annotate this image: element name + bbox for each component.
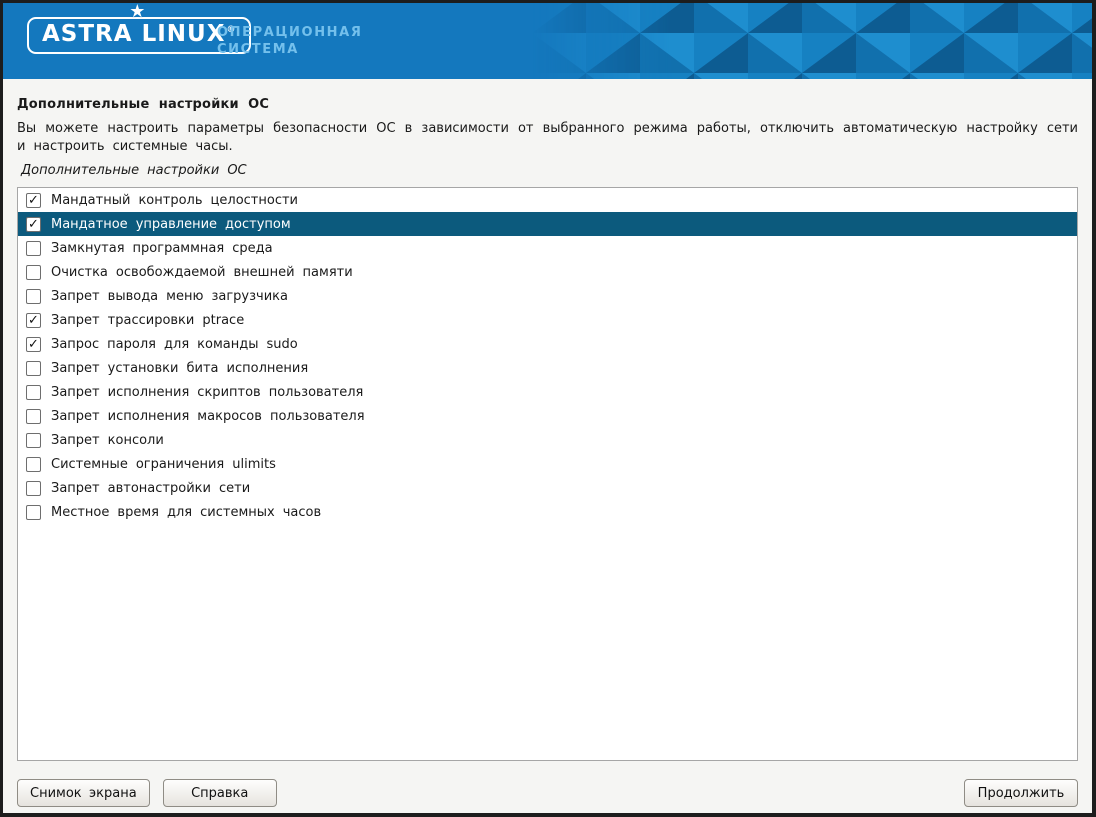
header-subtitle: ОПЕРАЦИОННАЯ СИСТЕМА xyxy=(217,24,362,58)
footer-spacer xyxy=(290,779,951,807)
checkbox-icon[interactable] xyxy=(26,361,41,376)
checkbox-icon[interactable] xyxy=(26,457,41,472)
checkbox-icon[interactable] xyxy=(26,265,41,280)
content-area: Дополнительные настройки ОС Вы можете на… xyxy=(3,97,1092,761)
checkbox-icon[interactable] xyxy=(26,385,41,400)
option-label: Запрет консоли xyxy=(51,433,164,448)
option-label: Запрет исполнения макросов пользователя xyxy=(51,409,365,424)
option-label: Очистка освобождаемой внешней памяти xyxy=(51,265,353,280)
checkbox-icon[interactable] xyxy=(26,289,41,304)
option-row[interactable]: Запрет вывода меню загрузчика xyxy=(18,284,1077,308)
option-row[interactable]: Запрет установки бита исполнения xyxy=(18,356,1077,380)
checkbox-icon[interactable]: ✓ xyxy=(26,217,41,232)
header-banner: ★ ASTRA LINUX® ОПЕРАЦИОННАЯ СИСТЕМА xyxy=(3,3,1092,79)
logo-text: ASTRA LINUX xyxy=(42,21,225,47)
option-row[interactable]: ✓ Запрет трассировки ptrace xyxy=(18,308,1077,332)
option-row[interactable]: Очистка освобождаемой внешней памяти xyxy=(18,260,1077,284)
option-label: Мандатный контроль целостности xyxy=(51,193,298,208)
checkbox-icon[interactable] xyxy=(26,481,41,496)
option-label: Мандатное управление доступом xyxy=(51,217,291,232)
checkbox-icon[interactable] xyxy=(26,409,41,424)
option-row[interactable]: Замкнутая программная среда xyxy=(18,236,1077,260)
option-row[interactable]: Запрет исполнения скриптов пользователя xyxy=(18,380,1077,404)
page-title: Дополнительные настройки ОС xyxy=(17,97,1078,112)
option-row[interactable]: Системные ограничения ulimits xyxy=(18,452,1077,476)
option-row[interactable]: Запрет консоли xyxy=(18,428,1077,452)
option-label: Местное время для системных часов xyxy=(51,505,321,520)
page-description: Вы можете настроить параметры безопаснос… xyxy=(17,120,1078,156)
option-label: Замкнутая программная среда xyxy=(51,241,273,256)
help-button[interactable]: Справка xyxy=(163,779,277,807)
continue-button[interactable]: Продолжить xyxy=(964,779,1078,807)
option-row[interactable]: Местное время для системных часов xyxy=(18,500,1077,524)
subtitle-line-1: ОПЕРАЦИОННАЯ xyxy=(217,24,362,41)
installer-window: ★ ASTRA LINUX® ОПЕРАЦИОННАЯ СИСТЕМА Допо… xyxy=(3,3,1092,813)
option-row[interactable]: ✓ Запрос пароля для команды sudo xyxy=(18,332,1077,356)
checkbox-icon[interactable]: ✓ xyxy=(26,337,41,352)
screenshot-button[interactable]: Снимок экрана xyxy=(17,779,150,807)
checkbox-icon[interactable] xyxy=(26,433,41,448)
option-label: Системные ограничения ulimits xyxy=(51,457,276,472)
option-label: Запрет исполнения скриптов пользователя xyxy=(51,385,363,400)
checkbox-icon[interactable] xyxy=(26,505,41,520)
checkbox-icon[interactable] xyxy=(26,241,41,256)
option-label: Запрет вывода меню загрузчика xyxy=(51,289,288,304)
header-diamond-pattern xyxy=(532,3,1092,79)
option-row[interactable]: Запрет автонастройки сети xyxy=(18,476,1077,500)
subtitle-line-2: СИСТЕМА xyxy=(217,41,362,58)
button-bar: Снимок экрана Справка Продолжить xyxy=(17,779,1078,807)
option-row[interactable]: ✓ Мандатный контроль целостности xyxy=(18,188,1077,212)
checkbox-icon[interactable]: ✓ xyxy=(26,193,41,208)
option-row[interactable]: Запрет исполнения макросов пользователя xyxy=(18,404,1077,428)
option-label: Запрет автонастройки сети xyxy=(51,481,250,496)
option-row[interactable]: ✓ Мандатное управление доступом xyxy=(18,212,1077,236)
option-label: Запрет трассировки ptrace xyxy=(51,313,244,328)
list-caption: Дополнительные настройки ОС xyxy=(17,163,1078,180)
option-label: Запрет установки бита исполнения xyxy=(51,361,308,376)
checkbox-icon[interactable]: ✓ xyxy=(26,313,41,328)
star-icon: ★ xyxy=(129,3,145,21)
options-list: ✓ Мандатный контроль целостности ✓ Манда… xyxy=(17,187,1078,761)
option-label: Запрос пароля для команды sudo xyxy=(51,337,298,352)
